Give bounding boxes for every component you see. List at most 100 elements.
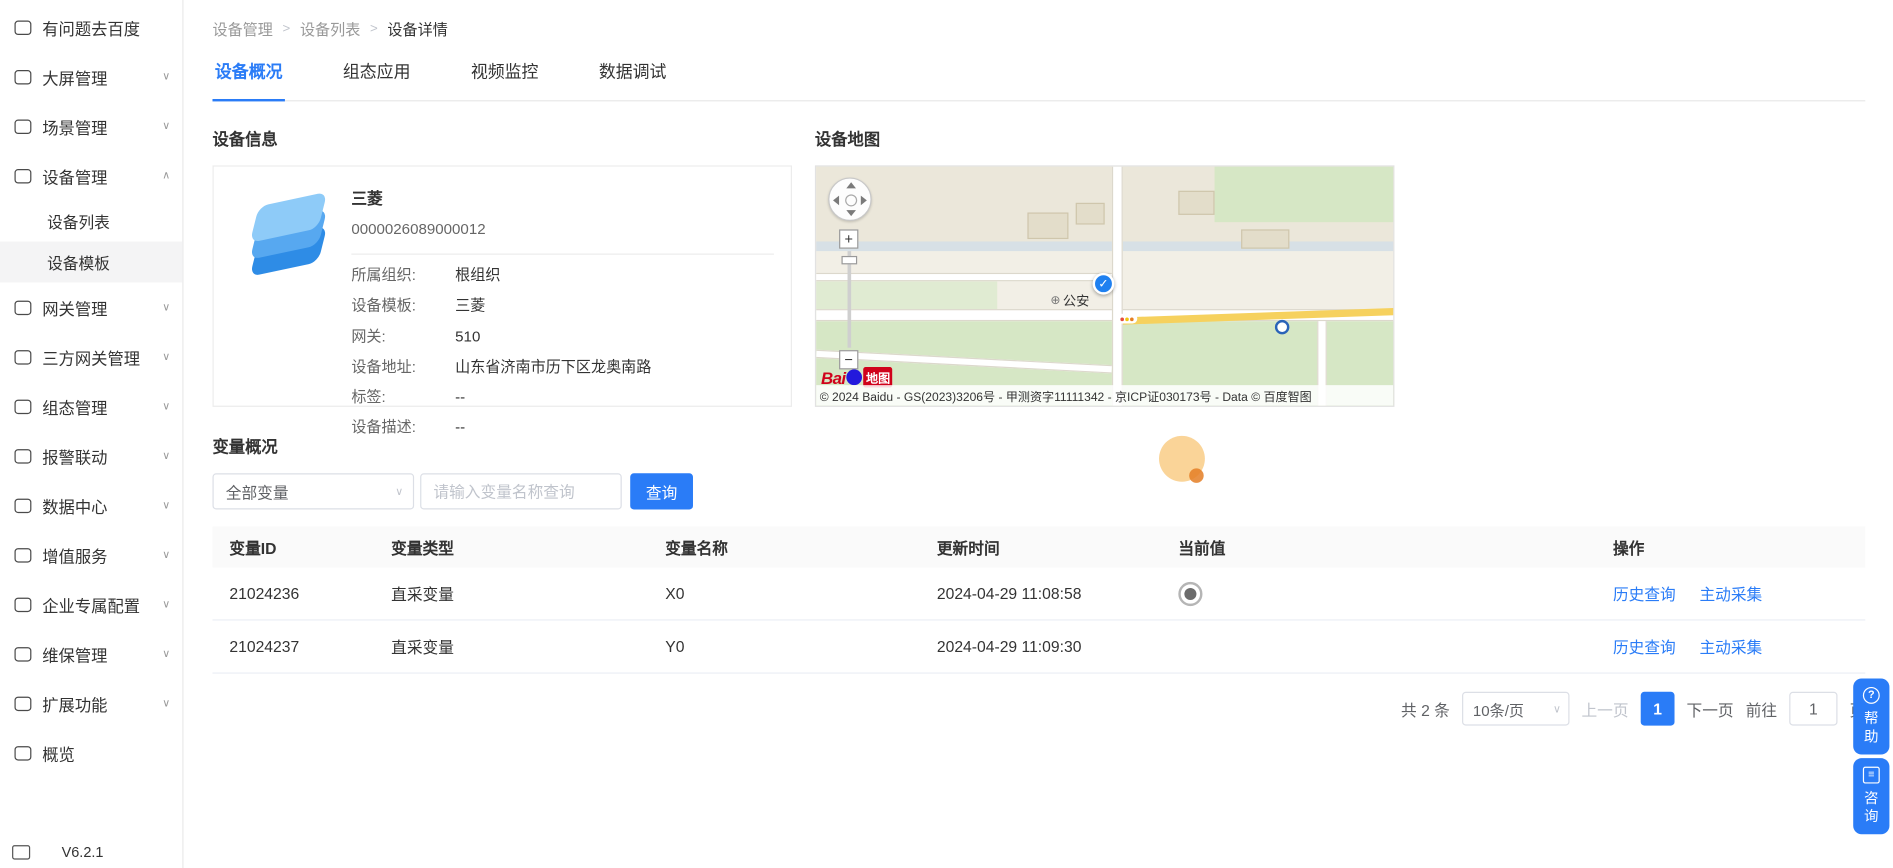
device-id: 0000026089000012 [351,221,774,238]
question-mark-icon: ? [1863,687,1880,704]
pagination-total: 共 2 条 [1401,697,1450,720]
value-toggle-off[interactable] [1178,581,1202,605]
consult-button-label: 咨询 [1863,790,1879,826]
cell-variable-id: 21024236 [212,584,391,602]
cell-update-time: 2024-04-29 11:09:30 [937,637,1178,655]
sidebar-item-label: 概览 [42,741,75,765]
baidu-logo-text: Bai [821,368,846,387]
shield-icon [14,647,31,661]
sidebar-item-label: 企业专属配置 [42,592,140,616]
chevron-down-icon: ∨ [162,499,170,512]
sidebar-item-baidu-help[interactable]: 有问题去百度 [0,2,182,51]
breadcrumb-device-list[interactable]: 设备列表 [300,17,360,40]
sidebar-item-label: 网关管理 [42,295,107,319]
device-info-column: 设备信息 三菱 0000026089000012 [212,126,792,407]
current-page-button[interactable]: 1 [1641,692,1675,726]
device-map-column: 设备地图 [815,126,1395,407]
chevron-down-icon: ∨ [162,449,170,462]
sidebar-item-device-list[interactable]: 设备列表 [0,200,182,241]
active-collect-link[interactable]: 主动采集 [1699,586,1762,604]
version-label: V6.2.1 [62,844,104,861]
field-value: 510 [455,327,480,347]
poi-icon: ⊕ [1050,294,1060,307]
sidebar-item-label: 数据中心 [42,493,107,517]
table-row: 21024236 直采变量 X0 2024-04-29 11:08:58 历史查… [212,567,1865,620]
sidebar-item-label: 维保管理 [42,642,107,666]
cell-update-time: 2024-04-29 11:08:58 [937,584,1178,602]
device-location-marker[interactable]: ✓ [1093,273,1115,295]
sidebar-item-extended-functions[interactable]: 扩展功能 ∨ [0,679,182,728]
tab-video-monitoring[interactable]: 视频监控 [468,59,540,100]
chevron-down-icon: ∨ [162,301,170,314]
sidebar-item-maintenance-management[interactable]: 维保管理 ∨ [0,629,182,678]
device-info-header: 三菱 0000026089000012 [351,179,774,255]
building-icon [14,597,31,611]
chevron-down-icon: ∨ [162,120,170,133]
variable-type-select[interactable]: 全部变量 ∨ [212,473,414,509]
column-header-variable-name: 变量名称 [665,535,937,558]
consult-button[interactable]: ≡ 咨询 [1853,758,1889,834]
sidebar-footer: V6.2.1 [12,844,103,861]
field-row-address: 设备地址: 山东省济南市历下区龙奥南路 [351,357,774,377]
field-label: 所属组织: [351,266,455,286]
help-button[interactable]: ? 帮助 [1853,679,1889,755]
overview-cards: 设备信息 三菱 0000026089000012 [212,126,1893,407]
device-name: 三菱 [351,186,774,209]
device-info-body: 三菱 0000026089000012 所属组织: 根组织 设备模板: 三菱 [351,179,790,406]
field-row-organization: 所属组织: 根组织 [351,266,774,286]
map-road [816,273,1118,281]
sidebar-item-value-added-services[interactable]: 增值服务 ∨ [0,530,182,579]
zoom-slider-track[interactable] [848,251,852,348]
app: 有问题去百度 大屏管理 ∨ 场景管理 ∨ 设备管理 ∧ 设备列表 设备模板 网关… [0,0,1893,868]
help-button-label: 帮助 [1863,710,1879,746]
cell-actions: 历史查询 主动采集 [1613,635,1865,658]
sidebar-item-configuration-management[interactable]: 组态管理 ∨ [0,382,182,431]
goto-label: 前往 [1746,697,1777,720]
cell-variable-name: X0 [665,584,937,602]
goto-page-input[interactable] [1789,692,1837,726]
sidebar-item-overview[interactable]: 概览 [0,728,182,777]
next-page-button[interactable]: 下一页 [1687,697,1734,720]
query-button[interactable]: 查询 [630,473,693,509]
sidebar-item-label: 增值服务 [42,543,107,567]
previous-page-button[interactable]: 上一页 [1581,697,1628,720]
collapse-sidebar-icon[interactable] [12,845,30,859]
zoom-slider-handle[interactable] [841,256,857,264]
device-image [231,179,352,406]
sidebar-item-label: 有问题去百度 [42,15,140,39]
sidebar-item-label: 场景管理 [42,114,107,138]
sidebar-item-label: 设备管理 [42,164,107,188]
tab-configuration-app[interactable]: 组态应用 [340,59,412,100]
scene-icon [14,119,31,133]
field-value: -- [455,418,465,438]
map-pan-control[interactable] [828,177,871,220]
metro-station-icon [1275,320,1289,334]
history-query-link[interactable]: 历史查询 [1613,586,1676,604]
tab-device-overview[interactable]: 设备概况 [212,59,284,101]
active-collect-link[interactable]: 主动采集 [1699,639,1762,657]
page-size-select[interactable]: 10条/页 ∨ [1462,692,1569,726]
sidebar-item-gateway-management[interactable]: 网关管理 ∨ [0,283,182,332]
breadcrumb: 设备管理 > 设备列表 > 设备详情 [212,17,1893,40]
history-query-link[interactable]: 历史查询 [1613,639,1676,657]
sidebar-item-third-party-gateway[interactable]: 三方网关管理 ∨ [0,332,182,381]
gateway-icon [14,300,31,314]
field-label: 标签: [351,388,455,408]
device-map[interactable]: ⊕ 公安 ✓ + − [815,165,1395,406]
map-building [1241,229,1289,248]
sidebar-item-data-center[interactable]: 数据中心 ∨ [0,481,182,530]
tab-data-debugging[interactable]: 数据调试 [596,59,668,100]
breadcrumb-separator: > [283,21,291,35]
sidebar-item-device-management[interactable]: 设备管理 ∧ [0,151,182,200]
sidebar-item-enterprise-config[interactable]: 企业专属配置 ∨ [0,580,182,629]
variable-search-input[interactable] [420,473,622,509]
poi-police: ⊕ 公安 [1050,291,1089,310]
sidebar-item-scene-management[interactable]: 场景管理 ∨ [0,101,182,150]
sidebar-item-device-template[interactable]: 设备模板 [0,241,182,282]
sidebar-item-screen-management[interactable]: 大屏管理 ∨ [0,52,182,101]
zoom-in-button[interactable]: + [839,229,858,248]
table-header-row: 变量ID 变量类型 变量名称 更新时间 当前值 操作 [212,526,1865,567]
sidebar-item-label: 三方网关管理 [42,345,140,369]
breadcrumb-device-management[interactable]: 设备管理 [212,17,272,40]
sidebar-item-alarm-linkage[interactable]: 报警联动 ∨ [0,431,182,480]
